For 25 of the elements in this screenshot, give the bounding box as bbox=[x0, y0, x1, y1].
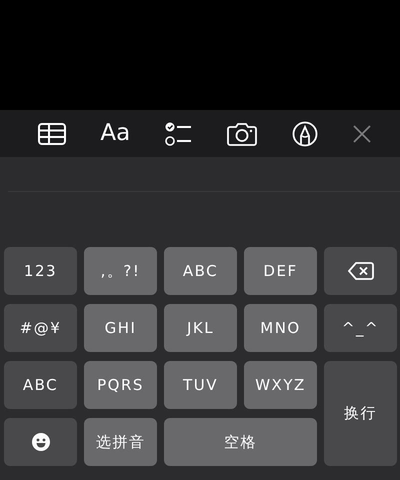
key[interactable]: ABC bbox=[164, 247, 237, 295]
backspace-icon bbox=[348, 262, 374, 280]
key[interactable]: #@¥ bbox=[4, 304, 77, 352]
key[interactable]: GHI bbox=[84, 304, 157, 352]
return-key[interactable]: 换行 bbox=[324, 361, 397, 466]
table-icon[interactable] bbox=[38, 122, 66, 144]
key[interactable]: DEF bbox=[244, 247, 317, 295]
backspace-key[interactable] bbox=[324, 247, 397, 295]
smiley-icon bbox=[32, 433, 50, 451]
checklist-icon[interactable] bbox=[164, 120, 193, 146]
key[interactable]: 选拼音 bbox=[84, 418, 157, 466]
key[interactable]: MNO bbox=[244, 304, 317, 352]
key[interactable]: WXYZ bbox=[244, 361, 317, 409]
pen-in-circle-icon[interactable] bbox=[292, 120, 318, 146]
key[interactable]: 123 bbox=[4, 247, 77, 295]
key[interactable]: ^_^ bbox=[324, 304, 397, 352]
key[interactable]: PQRS bbox=[84, 361, 157, 409]
key[interactable]: ,。?! bbox=[84, 247, 157, 295]
key[interactable]: ABC bbox=[4, 361, 77, 409]
camera-icon[interactable] bbox=[227, 122, 258, 146]
key[interactable]: TUV bbox=[164, 361, 237, 409]
text-format-button[interactable]: Aa bbox=[100, 122, 130, 145]
key[interactable]: JKL bbox=[164, 304, 237, 352]
emoji-key[interactable] bbox=[4, 418, 77, 466]
space-key[interactable]: 空格 bbox=[164, 418, 317, 466]
